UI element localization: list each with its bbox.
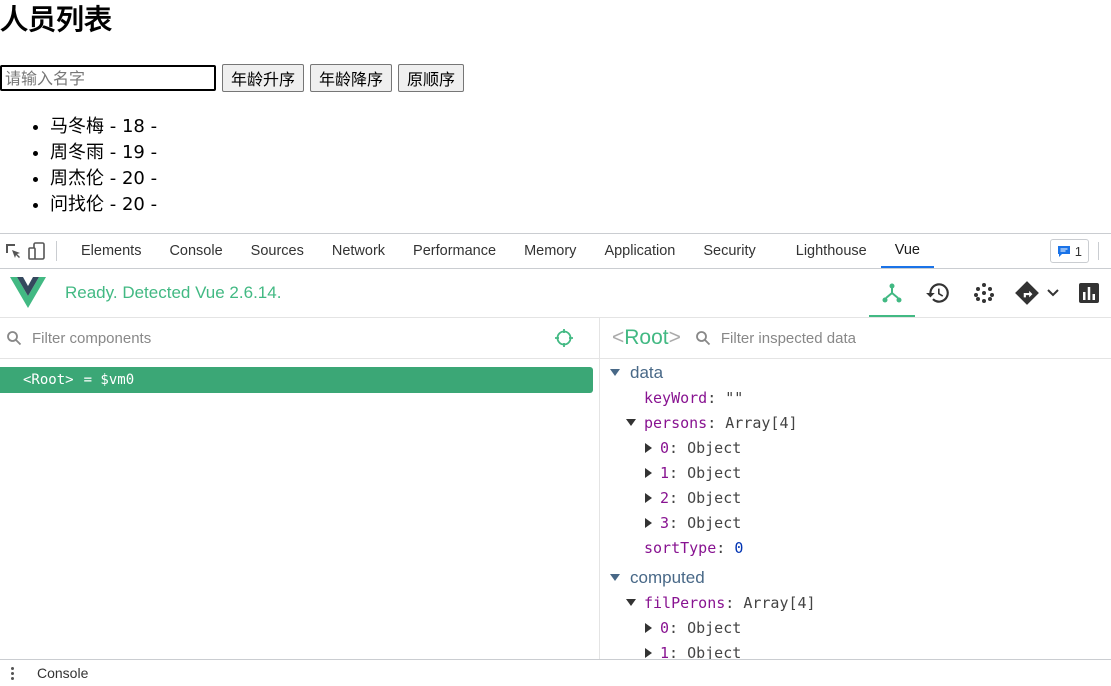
expand-arrow-icon — [645, 442, 652, 453]
routing-tab[interactable] — [1007, 269, 1067, 317]
devtools-tabbar: Elements Console Sources Network Perform… — [0, 234, 1111, 269]
expand-arrow-icon — [645, 492, 652, 503]
history-icon — [926, 283, 949, 303]
person-list: 马冬梅 - 18 - 周冬雨 - 19 - 周杰伦 - 20 - 问找伦 - 2… — [0, 114, 157, 218]
page-title: 人员列表 — [0, 3, 113, 36]
performance-tab[interactable] — [1067, 269, 1111, 317]
tab-vue[interactable]: Vue — [880, 234, 934, 268]
more-options-icon[interactable] — [6, 666, 18, 680]
vue-logo-icon — [10, 277, 46, 308]
drawer-console-tab[interactable]: Console — [37, 665, 88, 681]
filter-components-input[interactable]: Filter components — [32, 330, 151, 347]
tab-lighthouse[interactable]: Lighthouse — [782, 234, 881, 268]
filter-inspected-input[interactable]: Filter inspected data — [721, 330, 856, 347]
collapse-arrow-icon — [626, 419, 636, 426]
state-row-persons-item[interactable]: 2: Object — [600, 485, 1111, 510]
console-drawer: Console — [0, 659, 1111, 686]
inspected-state: data keyWord: "" persons: Array[4] 0: Ob… — [600, 360, 1111, 659]
tab-network[interactable]: Network — [318, 234, 399, 268]
crosshair-icon[interactable] — [554, 328, 574, 348]
name-search-input[interactable] — [0, 65, 216, 91]
collapse-arrow-icon — [610, 574, 620, 581]
issues-count: 1 — [1074, 243, 1082, 259]
collapse-arrow-icon — [626, 599, 636, 606]
route-sign-icon — [1015, 281, 1039, 305]
inspected-component-title: <Root> — [612, 326, 681, 349]
bar-chart-icon — [1079, 283, 1099, 303]
issues-badge[interactable]: 1 — [1049, 239, 1089, 263]
root-ref: = $vm0 — [83, 372, 135, 388]
person-item: 问找伦 - 20 - — [50, 192, 157, 218]
original-order-button[interactable]: 原顺序 — [398, 64, 465, 92]
tab-memory[interactable]: Memory — [510, 234, 590, 268]
devtools-panel: Elements Console Sources Network Perform… — [0, 233, 1111, 686]
dots-grid-icon — [974, 283, 994, 303]
search-icon — [695, 331, 711, 346]
state-row-filperons-item[interactable]: 1: Object — [600, 640, 1111, 659]
person-item: 周杰伦 - 20 - — [50, 166, 157, 192]
inspector-pane: <Root> Filter inspected data data keyWor… — [600, 318, 1111, 659]
state-row-persons[interactable]: persons: Array[4] — [600, 410, 1111, 435]
person-item: 马冬梅 - 18 - — [50, 114, 157, 140]
timeline-tab[interactable] — [915, 269, 961, 317]
filter-components-bar[interactable]: Filter components — [0, 318, 599, 359]
state-row-filperons-item[interactable]: 0: Object — [600, 615, 1111, 640]
components-tab[interactable] — [869, 269, 915, 317]
inspector-header: <Root> Filter inspected data — [600, 318, 1111, 359]
expand-arrow-icon — [645, 622, 652, 633]
expand-arrow-icon — [645, 517, 652, 528]
component-tree-root[interactable]: <Root> = $vm0 — [0, 367, 593, 393]
section-computed[interactable]: computed — [600, 565, 1111, 590]
message-icon — [1057, 245, 1070, 257]
state-row-sorttype[interactable]: sortType: 0 — [600, 535, 1111, 560]
components-tree-icon — [882, 283, 902, 303]
device-toolbar-icon[interactable] — [26, 240, 48, 262]
expand-arrow-icon — [645, 647, 652, 658]
tab-application[interactable]: Application — [590, 234, 689, 268]
state-row-filperons[interactable]: filPerons: Array[4] — [600, 590, 1111, 615]
vue-toolbar — [869, 269, 1111, 317]
tab-console[interactable]: Console — [155, 234, 236, 268]
expand-arrow-icon — [645, 467, 652, 478]
state-row-persons-item[interactable]: 1: Object — [600, 460, 1111, 485]
vue-devtools-header: Ready. Detected Vue 2.6.14. — [0, 269, 1111, 318]
controls-bar: 年龄升序 年龄降序 原顺序 — [0, 64, 470, 92]
tab-security[interactable]: Security — [689, 234, 769, 268]
app-page: 人员列表 年龄升序 年龄降序 原顺序 马冬梅 - 18 - 周冬雨 - 19 -… — [0, 0, 1111, 233]
state-row-persons-item[interactable]: 0: Object — [600, 435, 1111, 460]
root-tag: <Root> — [23, 372, 74, 388]
sort-age-asc-button[interactable]: 年龄升序 — [222, 64, 305, 92]
sort-age-desc-button[interactable]: 年龄降序 — [310, 64, 393, 92]
vuex-tab[interactable] — [961, 269, 1007, 317]
state-row-persons-item[interactable]: 3: Object — [600, 510, 1111, 535]
vue-status-text: Ready. Detected Vue 2.6.14. — [65, 283, 282, 302]
section-data[interactable]: data — [600, 360, 1111, 385]
search-icon — [7, 331, 22, 346]
toolbar-divider — [56, 241, 57, 261]
state-row-keyword[interactable]: keyWord: "" — [600, 385, 1111, 410]
collapse-arrow-icon — [610, 369, 620, 376]
person-item: 周冬雨 - 19 - — [50, 140, 157, 166]
toolbar-divider — [1098, 242, 1099, 260]
components-pane: Filter components <Root> = $vm0 — [0, 318, 600, 659]
tab-sources[interactable]: Sources — [237, 234, 318, 268]
tab-performance[interactable]: Performance — [399, 234, 510, 268]
chevron-down-icon — [1047, 289, 1059, 297]
tab-elements[interactable]: Elements — [67, 234, 155, 268]
vue-panes: Filter components <Root> = $vm0 <Root> F… — [0, 318, 1111, 659]
inspect-element-icon[interactable] — [2, 240, 24, 262]
